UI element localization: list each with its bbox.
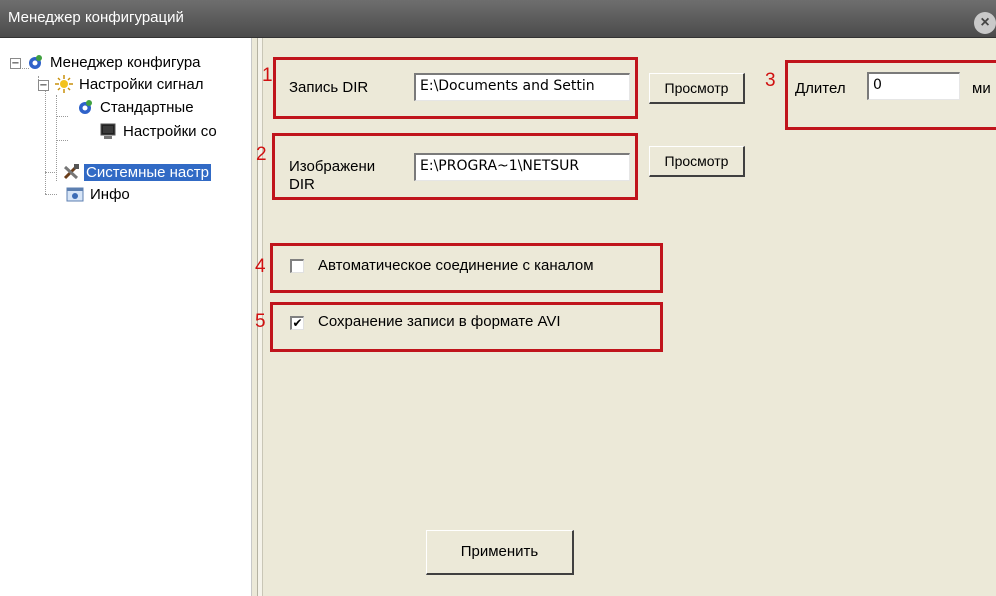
tree-label-root: Менеджер конфигура xyxy=(50,53,201,71)
save-avi-checkbox[interactable]: ✔ xyxy=(290,316,304,330)
tree-expander-signal[interactable]: − xyxy=(38,80,49,91)
marker-5: 5 xyxy=(255,311,266,332)
duration-unit: ми xyxy=(972,80,991,97)
tree-label-standard: Стандартные xyxy=(100,98,194,116)
image-dir-label: Изображени xyxy=(289,158,376,175)
browse-record-button[interactable]: Просмотр xyxy=(649,73,745,104)
save-avi-label: Сохранение записи в формате AVI xyxy=(318,313,561,330)
tree-item-standard[interactable]: Стандартные xyxy=(76,97,196,117)
tree-item-info[interactable]: Инфо xyxy=(66,184,132,204)
record-dir-field[interactable]: E:\Documents and Settin xyxy=(414,73,630,101)
auto-connect-checkbox[interactable] xyxy=(290,259,304,273)
tools-icon xyxy=(62,163,80,181)
settings-gear-icon xyxy=(76,98,94,116)
apply-button[interactable]: Применить xyxy=(426,530,574,575)
record-dir-label: Запись DIR xyxy=(289,79,369,96)
marker-3: 3 xyxy=(765,70,776,91)
browse-image-button[interactable]: Просмотр xyxy=(649,146,745,177)
config-tree: − Менеджер конфигура − Настройки сигнал … xyxy=(0,38,252,596)
tree-label-connection-settings: Настройки со xyxy=(123,122,217,140)
marker-4: 4 xyxy=(255,256,266,277)
tree-item-signal-settings[interactable]: Настройки сигнал xyxy=(55,74,205,94)
duration-field[interactable]: 0 xyxy=(867,72,960,100)
image-dir-field[interactable]: E:\PROGRA~1\NETSUR xyxy=(414,153,630,181)
tree-label-signal-settings: Настройки сигнал xyxy=(79,75,204,93)
config-manager-icon xyxy=(26,53,44,71)
duration-label: Длител xyxy=(795,80,846,97)
monitor-icon xyxy=(99,122,117,140)
info-window-icon xyxy=(66,185,84,203)
alarm-icon xyxy=(55,75,73,93)
title-bar: Менеджер конфигураций × xyxy=(0,0,996,38)
marker-2: 2 xyxy=(256,144,267,165)
tree-item-root[interactable]: Менеджер конфигура xyxy=(26,52,203,72)
close-icon[interactable]: × xyxy=(974,12,996,34)
tree-label-info: Инфо xyxy=(90,185,130,203)
window-title: Менеджер конфигураций xyxy=(8,9,184,26)
image-dir-label-2: DIR xyxy=(289,176,315,193)
tree-item-connection-settings[interactable]: Настройки со xyxy=(99,121,219,141)
auto-connect-label: Автоматическое соединение с каналом xyxy=(318,257,594,274)
tree-expander-root[interactable]: − xyxy=(10,58,21,69)
marker-1: 1 xyxy=(262,65,273,86)
tree-label-system-settings: Системные настр xyxy=(84,163,211,181)
tree-item-system-settings[interactable]: Системные настр xyxy=(62,162,211,182)
